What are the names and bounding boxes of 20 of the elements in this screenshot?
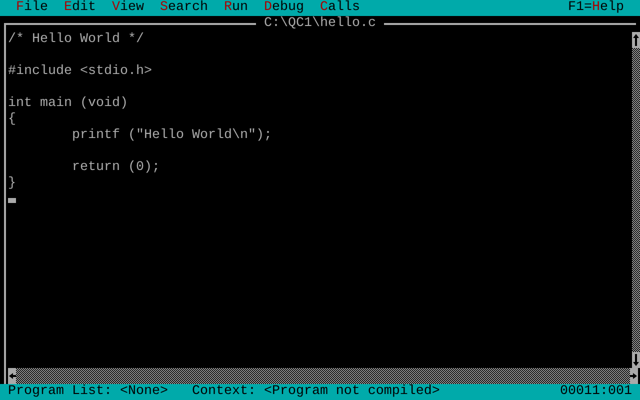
- help-menu-item[interactable]: F1=Help: [560, 0, 632, 16]
- menu-item[interactable]: Run: [216, 0, 256, 16]
- arrow-right-icon[interactable]: [630, 368, 638, 384]
- menu-item[interactable]: View: [104, 0, 152, 16]
- horizontal-scrollbar[interactable]: [8, 368, 638, 384]
- arrow-up-icon[interactable]: [632, 32, 640, 48]
- context-status: Context: <Program not compiled>: [192, 384, 440, 400]
- arrow-left-icon[interactable]: [8, 368, 16, 384]
- menu-item[interactable]: File: [8, 0, 56, 16]
- vertical-scrollbar[interactable]: [632, 32, 640, 368]
- arrow-down-icon[interactable]: [632, 352, 640, 368]
- menu-item[interactable]: Edit: [56, 0, 104, 16]
- menu-item[interactable]: Search: [152, 0, 216, 16]
- cursor-position: 00011:001: [560, 384, 632, 400]
- text-cursor: [8, 198, 16, 203]
- window-title: C:\QC1\hello.c: [263, 16, 377, 32]
- menu-item[interactable]: Debug: [256, 0, 312, 16]
- menu-item[interactable]: Calls: [312, 0, 368, 16]
- program-list-status: Program List: <None>: [8, 384, 168, 400]
- code-text: /* Hello World */ #include <stdio.h> int main (void) { printf ("Hello World\n"); return (0); }: [8, 32, 273, 192]
